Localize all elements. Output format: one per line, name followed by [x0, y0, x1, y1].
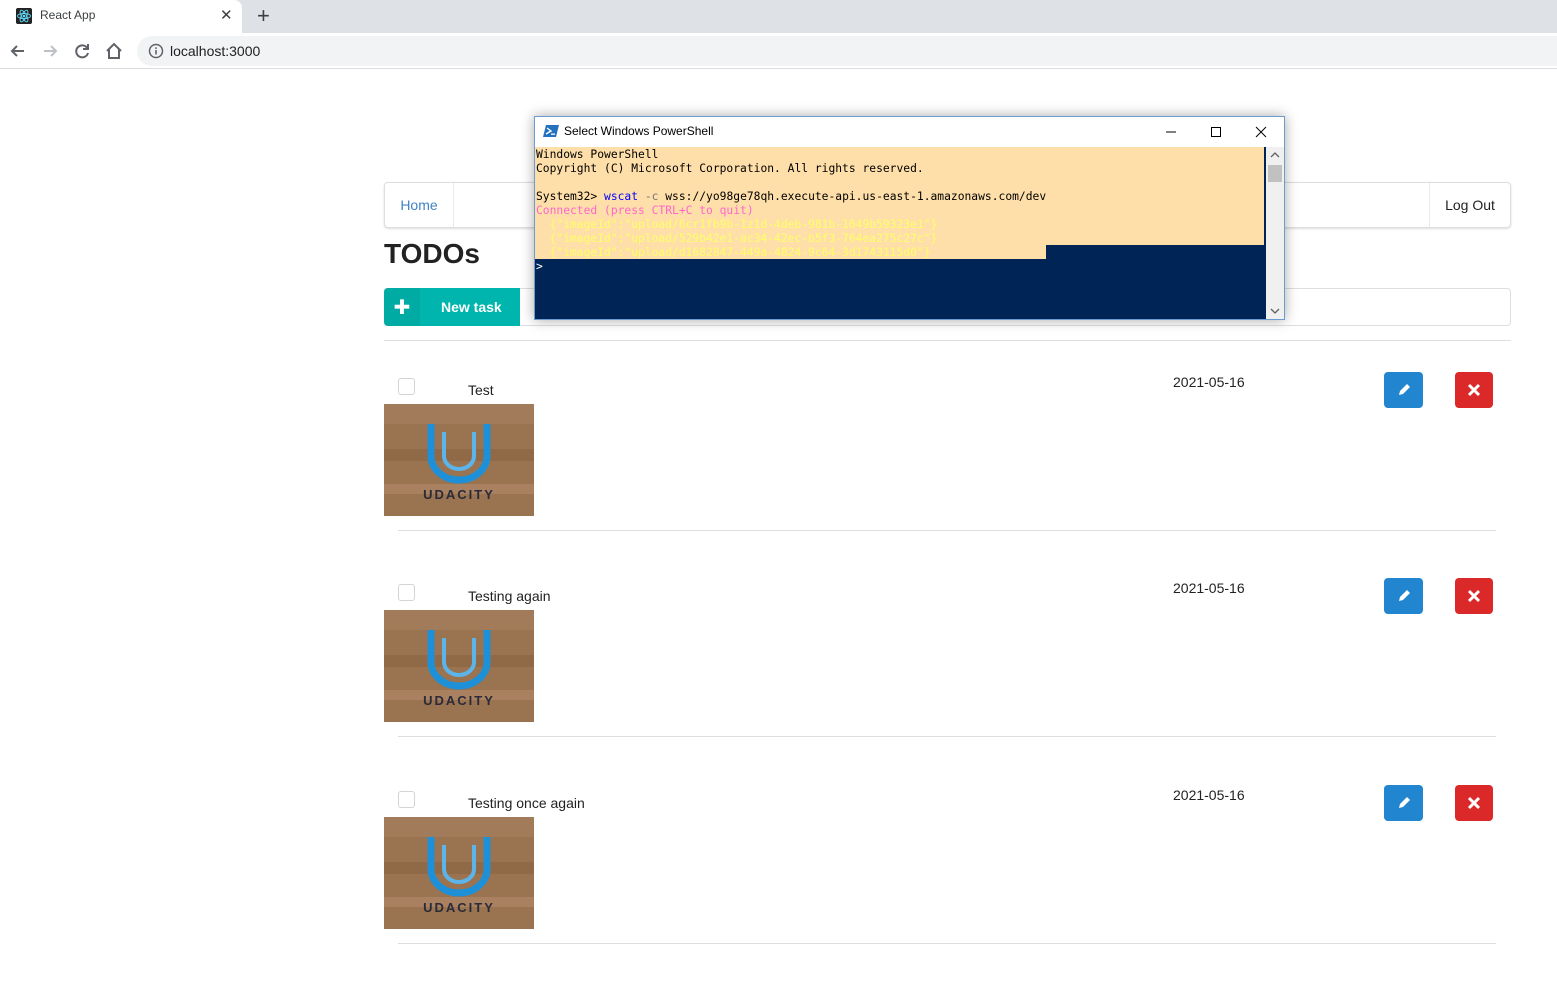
- edit-button[interactable]: [1384, 578, 1423, 614]
- delete-button[interactable]: [1455, 785, 1493, 821]
- address-bar[interactable]: localhost:3000: [137, 36, 1557, 66]
- plus-icon: ✚: [384, 288, 420, 326]
- powershell-window[interactable]: Select Windows PowerShell Windows PowerS…: [534, 116, 1285, 320]
- new-tab-icon[interactable]: +: [257, 4, 270, 28]
- page-title: TODOs: [384, 238, 480, 269]
- minimize-icon[interactable]: [1159, 121, 1183, 143]
- back-icon[interactable]: [7, 40, 29, 62]
- edit-button[interactable]: [1384, 785, 1423, 821]
- todo-attachment-image: UDACITY: [384, 404, 534, 516]
- menu-home-link[interactable]: Home: [385, 183, 454, 227]
- close-icon[interactable]: [1249, 121, 1273, 143]
- scroll-down-icon[interactable]: [1270, 307, 1280, 315]
- maximize-icon[interactable]: [1204, 121, 1228, 143]
- powershell-icon: [543, 125, 559, 137]
- home-icon[interactable]: [103, 40, 125, 62]
- pencil-icon: [1398, 590, 1410, 601]
- close-icon: [1467, 383, 1481, 397]
- pencil-icon: [1398, 797, 1410, 808]
- udacity-caption: UDACITY: [423, 487, 495, 502]
- todo-name: Test: [468, 382, 494, 398]
- divider: [398, 736, 1496, 737]
- todo-name: Testing again: [468, 588, 551, 604]
- todo-date: 2021-05-16: [1173, 787, 1245, 803]
- tab-close-icon[interactable]: ✕: [220, 7, 233, 25]
- pencil-icon: [1398, 384, 1410, 395]
- console-flag: -c: [638, 190, 666, 203]
- todo-item: Test 2021-05-16 UDACITY: [384, 372, 1511, 578]
- powershell-scrollbar[interactable]: [1266, 147, 1284, 319]
- console-message: {"imageId":"upload/d1682847-449a-4824-9c…: [536, 246, 931, 259]
- divider: [398, 530, 1496, 531]
- divider: [384, 340, 1511, 341]
- todo-item: Testing once again 2021-05-16 UDACITY: [384, 785, 1511, 991]
- console-prompt: System32>: [536, 190, 605, 203]
- udacity-caption: UDACITY: [423, 900, 495, 915]
- todo-date: 2021-05-16: [1173, 580, 1245, 596]
- new-task-button[interactable]: ✚ New task: [384, 288, 520, 326]
- browser-tabbar: React App ✕ +: [0, 0, 1557, 33]
- console-cursor: >: [536, 260, 543, 273]
- close-icon: [1467, 589, 1481, 603]
- console-message: {"imageId":"upload/529b42e1-ac34-42ec-b5…: [536, 232, 938, 245]
- todo-checkbox[interactable]: [398, 791, 415, 808]
- forward-icon[interactable]: [39, 40, 61, 62]
- console-arg: wss://yo98ge78qh.execute-api.us-east-1.a…: [665, 190, 1047, 203]
- tab-title: React App: [40, 8, 96, 22]
- console-message: {"imageId":"upload/6cr1fb9b-1z1d-4deb-98…: [536, 218, 938, 231]
- todo-name: Testing once again: [468, 795, 585, 811]
- todo-item: Testing again 2021-05-16 UDACITY: [384, 578, 1511, 784]
- todo-checkbox[interactable]: [398, 378, 415, 395]
- console-line: Windows PowerShell: [536, 148, 659, 161]
- powershell-titlebar[interactable]: Select Windows PowerShell: [535, 117, 1284, 147]
- browser-tab[interactable]: React App ✕: [0, 0, 242, 33]
- delete-button[interactable]: [1455, 578, 1493, 614]
- divider: [398, 943, 1496, 944]
- scrollbar-thumb[interactable]: [1268, 165, 1282, 182]
- delete-button[interactable]: [1455, 372, 1493, 408]
- new-task-label: New task: [441, 299, 502, 315]
- udacity-caption: UDACITY: [423, 693, 495, 708]
- todo-checkbox[interactable]: [398, 584, 415, 601]
- todo-attachment-image: UDACITY: [384, 817, 534, 929]
- url-text: localhost:3000: [170, 43, 261, 59]
- console-connected: Connected (press CTRL+C to quit): [536, 204, 754, 217]
- menu-logout-link[interactable]: Log Out: [1429, 183, 1510, 227]
- console-command-line: System32> wscat -c wss://yo98ge78qh.exec…: [536, 190, 1046, 204]
- console-line: Copyright (C) Microsoft Corporation. All…: [536, 162, 924, 175]
- console-cmd: wscat: [604, 190, 639, 203]
- info-icon[interactable]: [148, 43, 164, 59]
- reload-icon[interactable]: [71, 40, 93, 62]
- powershell-title: Select Windows PowerShell: [564, 124, 714, 138]
- edit-button[interactable]: [1384, 372, 1423, 408]
- close-icon: [1467, 796, 1481, 810]
- browser-toolbar: localhost:3000: [0, 33, 1557, 69]
- todo-attachment-image: UDACITY: [384, 610, 534, 722]
- react-logo-icon: [16, 8, 32, 24]
- todo-date: 2021-05-16: [1173, 374, 1245, 390]
- powershell-console[interactable]: Windows PowerShell Copyright (C) Microso…: [535, 147, 1266, 319]
- scroll-up-icon[interactable]: [1270, 151, 1280, 159]
